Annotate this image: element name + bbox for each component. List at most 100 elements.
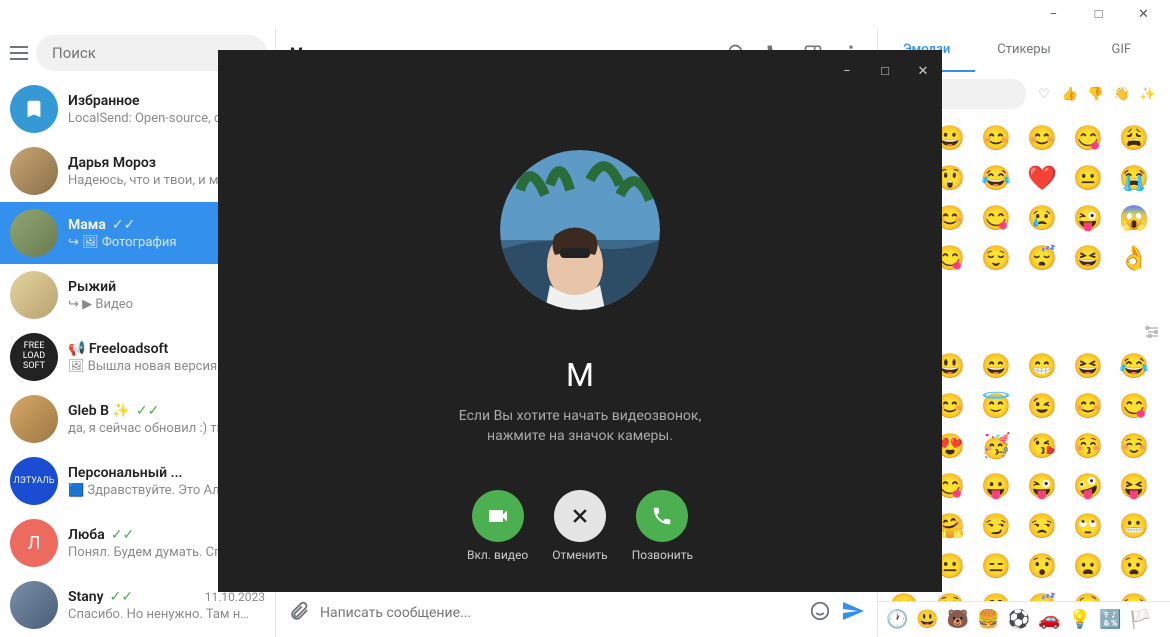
emoji-item[interactable]: 😘 — [1026, 430, 1058, 462]
emoji-item[interactable]: 😴 — [1026, 590, 1058, 601]
emoji-item[interactable]: 😜 — [1072, 202, 1104, 234]
avatar: ЛЭТУАЛЬ — [10, 457, 58, 505]
message-input[interactable] — [320, 605, 799, 621]
emoji-item[interactable]: 😌 — [980, 242, 1012, 274]
chat-name: Stany — [68, 589, 104, 605]
emoji-item[interactable]: 😂 — [1118, 350, 1150, 382]
emoji-item[interactable]: 😚 — [1072, 430, 1104, 462]
emoji-item[interactable]: 😐 — [1072, 162, 1104, 194]
emoji-item[interactable]: 😊 — [1072, 390, 1104, 422]
avatar: Л — [10, 519, 58, 567]
call-avatar — [500, 150, 660, 310]
send-icon[interactable] — [841, 599, 865, 627]
video-button-label: Вкл. видео — [467, 548, 528, 562]
chat-preview: Спасибо. Но ненужно. Там н… — [68, 607, 265, 622]
call-button-label: Позвонить — [632, 548, 693, 562]
emoji-item[interactable]: 😂 — [980, 162, 1012, 194]
emoji-item[interactable]: 😪 — [1118, 590, 1150, 601]
window-maximize-button[interactable]: □ — [1076, 0, 1121, 28]
avatar — [10, 271, 58, 319]
call-button[interactable] — [636, 490, 688, 542]
emoji-icon[interactable] — [809, 600, 831, 626]
emoji-item[interactable]: 😬 — [1118, 510, 1150, 542]
call-maximize-icon[interactable]: □ — [872, 58, 898, 84]
thumbs-up-icon[interactable]: 👍 — [1060, 84, 1080, 104]
emoji-item[interactable]: 😄 — [980, 350, 1012, 382]
call-close-icon[interactable]: ✕ — [910, 58, 936, 84]
emoji-item[interactable]: 😑 — [980, 550, 1012, 582]
emoji-item[interactable]: 😁 — [1026, 350, 1058, 382]
avatar — [10, 209, 58, 257]
emoji-category-icon[interactable]: 💡 — [1069, 609, 1091, 630]
read-check-icon: ✓✓ — [110, 589, 133, 605]
video-button[interactable] — [472, 490, 524, 542]
thumbs-down-icon[interactable]: 👎 — [1086, 84, 1106, 104]
wave-icon[interactable]: 👋 — [1112, 84, 1132, 104]
read-check-icon: ✓✓ — [112, 217, 135, 233]
emoji-item[interactable]: 😦 — [1072, 550, 1104, 582]
emoji-item[interactable]: 😊 — [1026, 122, 1058, 154]
emoji-category-icon[interactable]: ⚽ — [1008, 609, 1030, 630]
emoji-item[interactable]: 😋 — [980, 202, 1012, 234]
emoji-item[interactable]: ☺️ — [1118, 430, 1150, 462]
emoji-item[interactable]: 😩 — [1118, 122, 1150, 154]
menu-icon[interactable] — [10, 37, 28, 69]
read-check-icon: ✓✓ — [136, 403, 159, 419]
emoji-category-icon[interactable]: 🐻 — [947, 609, 969, 630]
window-minimize-button[interactable]: − — [1031, 0, 1076, 28]
window-close-button[interactable]: ✕ — [1121, 0, 1166, 28]
emoji-item[interactable]: 😇 — [980, 390, 1012, 422]
chat-name: Люба — [68, 527, 105, 543]
emoji-item[interactable]: 😴 — [1026, 242, 1058, 274]
emoji-category-icon[interactable]: 🔣 — [1099, 609, 1121, 630]
settings-icon[interactable] — [1144, 324, 1160, 344]
emoji-item[interactable]: 😉 — [1026, 390, 1058, 422]
emoji-item[interactable]: 😆 — [1072, 242, 1104, 274]
emoji-item[interactable]: 😭 — [1118, 162, 1150, 194]
emoji-item[interactable]: 🥳 — [980, 430, 1012, 462]
emoji-item[interactable]: 😧 — [1118, 550, 1150, 582]
chat-name: Рыжий — [68, 279, 116, 295]
chat-name: Избранное — [68, 93, 140, 109]
chat-name: 📢 Freeloadsoft — [68, 341, 168, 357]
emoji-category-icon[interactable]: 🚗 — [1038, 609, 1060, 630]
attach-icon[interactable] — [288, 600, 310, 626]
emoji-item[interactable]: 🙄 — [1072, 510, 1104, 542]
emoji-item[interactable]: 😏 — [980, 510, 1012, 542]
call-minimize-icon[interactable]: − — [834, 58, 860, 84]
emoji-item[interactable]: 😜 — [1026, 470, 1058, 502]
emoji-item[interactable]: 😝 — [1118, 470, 1150, 502]
emoji-item[interactable]: 👌 — [1118, 242, 1150, 274]
read-check-icon: ✓✓ — [111, 527, 134, 543]
sparkle-icon[interactable]: ✨ — [1138, 84, 1158, 104]
emoji-category-icon[interactable]: 🍔 — [977, 609, 999, 630]
emoji-category-icon[interactable]: 🕐 — [886, 609, 908, 630]
heart-icon[interactable]: ♡ — [1034, 84, 1054, 104]
emoji-item[interactable]: 🤪 — [1072, 470, 1104, 502]
call-hint: Если Вы хотите начать видеозвонок,нажмит… — [218, 406, 942, 447]
chat-name: Gleb B ✨ — [68, 403, 130, 419]
emoji-item[interactable]: 😒 — [1026, 510, 1058, 542]
emoji-item[interactable]: 😱 — [1118, 202, 1150, 234]
call-overlay: − □ ✕ М Если Вы хотите начать видеозвоно… — [218, 50, 942, 592]
emoji-item[interactable]: 😋 — [1118, 390, 1150, 422]
emoji-category-icon[interactable]: 😃 — [916, 609, 938, 630]
emoji-item[interactable]: 😆 — [1072, 350, 1104, 382]
avatar: FREELOADSOFT — [10, 333, 58, 381]
cancel-button-label: Отменить — [552, 548, 607, 562]
cancel-button[interactable] — [554, 490, 606, 542]
emoji-item[interactable]: 😯 — [1026, 550, 1058, 582]
emoji-item[interactable]: 😊 — [980, 122, 1012, 154]
emoji-categories: 🕐 😃 🐻 🍔 ⚽ 🚗 💡 🔣 🏳️ — [878, 601, 1170, 637]
avatar — [10, 147, 58, 195]
emoji-item[interactable]: 😢 — [1026, 202, 1058, 234]
emoji-item[interactable]: 😋 — [1072, 122, 1104, 154]
tab-stickers[interactable]: Стикеры — [975, 28, 1072, 72]
emoji-item[interactable]: 🤤 — [1072, 590, 1104, 601]
emoji-item[interactable]: ❤️ — [1026, 162, 1058, 194]
emoji-item[interactable]: 😛 — [980, 470, 1012, 502]
tab-gif[interactable]: GIF — [1073, 28, 1170, 72]
emoji-item[interactable]: 🥱 — [980, 590, 1012, 601]
emoji-category-icon[interactable]: 🏳️ — [1129, 609, 1151, 630]
chat-name: Персональный ... — [68, 465, 183, 481]
